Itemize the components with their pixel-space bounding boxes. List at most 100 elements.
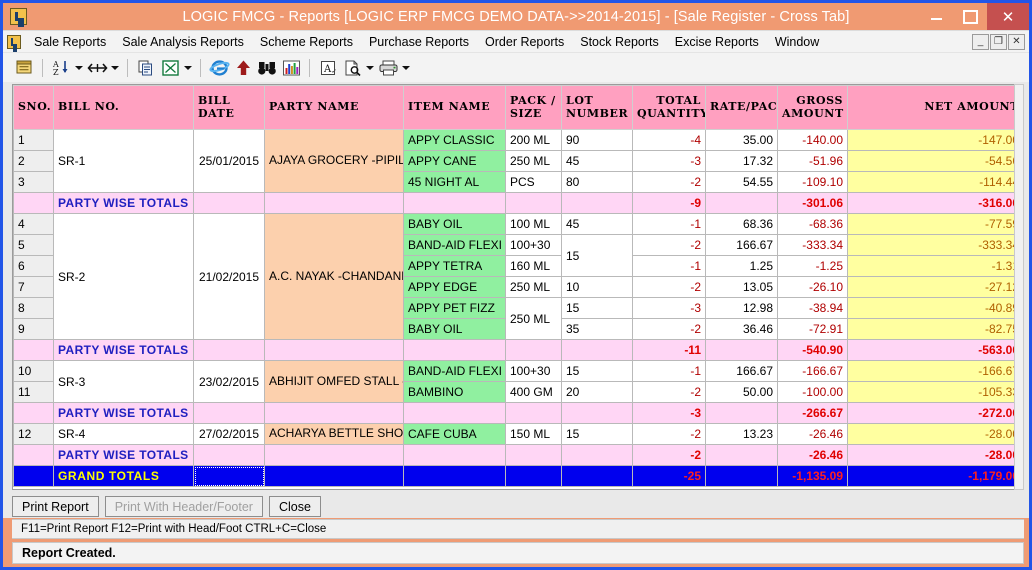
cell-grand-sno[interactable] bbox=[13, 465, 54, 487]
cell-rate-pack[interactable]: 13.23 bbox=[705, 423, 778, 445]
menu-item-sale-reports[interactable]: Sale Reports bbox=[26, 33, 114, 51]
menu-item-purchase-reports[interactable]: Purchase Reports bbox=[361, 33, 477, 51]
cell-pack-size[interactable]: 250 ML bbox=[505, 276, 562, 298]
cell-bill-date[interactable]: 23/02/2015 bbox=[193, 360, 265, 403]
column-header-net-amount[interactable]: NET AMOUNT bbox=[847, 85, 1023, 130]
mdi-minimize-button[interactable]: _ bbox=[972, 33, 989, 50]
cell-total-quantity[interactable]: -2 bbox=[632, 171, 706, 193]
cell-net-amount[interactable]: -166.67 bbox=[847, 360, 1023, 382]
cell-subtotal-date[interactable] bbox=[193, 192, 265, 214]
cell-subtotal-gross[interactable]: -540.90 bbox=[777, 339, 848, 361]
cell-rate-pack[interactable]: 1.25 bbox=[705, 255, 778, 277]
cell-rate-pack[interactable]: 35.00 bbox=[705, 129, 778, 151]
cell-gross-amount[interactable]: -38.94 bbox=[777, 297, 848, 319]
cell-subtotal-label[interactable]: PARTY WISE TOTALS bbox=[53, 339, 194, 361]
cell-subtotal-net[interactable]: -316.00 bbox=[847, 192, 1023, 214]
menu-item-scheme-reports[interactable]: Scheme Reports bbox=[252, 33, 361, 51]
cell-grand-lot[interactable] bbox=[561, 465, 633, 487]
party-wise-totals-row[interactable]: PARTY WISE TOTALS -3 -266.67 -272.00 bbox=[13, 402, 1023, 424]
cell-item-name[interactable]: APPY CANE bbox=[403, 150, 506, 172]
cell-party-name[interactable]: AJAYA GROCERY -PIPILI bbox=[264, 129, 404, 193]
cell-grand-item[interactable] bbox=[403, 465, 506, 487]
cell-subtotal-date[interactable] bbox=[193, 339, 265, 361]
cell-net-amount[interactable]: -105.33 bbox=[847, 381, 1023, 403]
cell-rate-pack[interactable]: 166.67 bbox=[705, 234, 778, 256]
cell-bill-date[interactable]: 27/02/2015 bbox=[193, 423, 265, 445]
cell-subtotal-pack[interactable] bbox=[505, 402, 562, 424]
cell-pack-size[interactable]: 200 ML bbox=[505, 129, 562, 151]
print-report-button[interactable]: Print Report bbox=[12, 496, 99, 517]
cell-sno[interactable]: 11 bbox=[13, 381, 54, 403]
cell-subtotal-party[interactable] bbox=[264, 192, 404, 214]
column-width-icon[interactable] bbox=[86, 57, 108, 79]
cell-grand-label[interactable]: GRAND TOTALS bbox=[53, 465, 194, 487]
column-header-item-name[interactable]: ITEM NAME bbox=[403, 85, 506, 130]
cell-sno[interactable]: 8 bbox=[13, 297, 54, 319]
cell-item-name[interactable]: APPY TETRA bbox=[403, 255, 506, 277]
mdi-close-button[interactable]: ✕ bbox=[1008, 33, 1025, 50]
cell-party-name[interactable]: A.C. NAYAK -CHANDANPUR bbox=[264, 213, 404, 340]
cell-subtotal-pack[interactable] bbox=[505, 192, 562, 214]
cell-item-name[interactable]: 45 NIGHT AL bbox=[403, 171, 506, 193]
cell-subtotal-lot[interactable] bbox=[561, 444, 633, 466]
cell-pack-size[interactable]: 100 ML bbox=[505, 213, 562, 235]
minimize-button[interactable] bbox=[919, 3, 953, 30]
cell-gross-amount[interactable]: -26.46 bbox=[777, 423, 848, 445]
excel-dropdown-caret-icon[interactable] bbox=[183, 57, 193, 79]
maximize-button[interactable] bbox=[953, 3, 987, 30]
party-wise-totals-row[interactable]: PARTY WISE TOTALS -9 -301.06 -316.00 bbox=[13, 192, 1023, 214]
cell-item-name[interactable]: APPY EDGE bbox=[403, 276, 506, 298]
cell-total-quantity[interactable]: -4 bbox=[632, 129, 706, 151]
column-header-pack-size[interactable]: PACK / SIZE bbox=[505, 85, 562, 130]
cell-subtotal-sno[interactable] bbox=[13, 192, 54, 214]
cell-pack-size[interactable]: 400 GM bbox=[505, 381, 562, 403]
cell-net-amount[interactable]: -54.56 bbox=[847, 150, 1023, 172]
column-header-party-name[interactable]: PARTY NAME bbox=[264, 85, 404, 130]
cell-item-name[interactable]: CAFE CUBA bbox=[403, 423, 506, 445]
cell-lot-number[interactable]: 15 bbox=[561, 297, 633, 319]
cell-pack-size[interactable]: PCS bbox=[505, 171, 562, 193]
cell-pack-size[interactable]: 150 ML bbox=[505, 423, 562, 445]
cell-pack-size[interactable]: 100+30 bbox=[505, 360, 562, 382]
cell-subtotal-sno[interactable] bbox=[13, 444, 54, 466]
column-header-bill-no[interactable]: BILL NO. bbox=[53, 85, 194, 130]
vertical-scrollbar[interactable] bbox=[1014, 84, 1024, 490]
cell-total-quantity[interactable]: -1 bbox=[632, 213, 706, 235]
cell-grand-party[interactable] bbox=[264, 465, 404, 487]
cell-net-amount[interactable]: -82.75 bbox=[847, 318, 1023, 340]
internet-explorer-icon[interactable] bbox=[208, 57, 230, 79]
cell-gross-amount[interactable]: -1.25 bbox=[777, 255, 848, 277]
cell-total-quantity[interactable]: -2 bbox=[632, 318, 706, 340]
menu-item-order-reports[interactable]: Order Reports bbox=[477, 33, 572, 51]
cell-sno[interactable]: 3 bbox=[13, 171, 54, 193]
cell-party-name[interactable]: ABHIJIT OMFED STALL -PIPILI bbox=[264, 360, 404, 403]
cell-rate-pack[interactable]: 17.32 bbox=[705, 150, 778, 172]
cell-subtotal-net[interactable]: -563.00 bbox=[847, 339, 1023, 361]
upload-arrow-icon[interactable] bbox=[232, 57, 254, 79]
cell-grand-quantity[interactable]: -25 bbox=[632, 465, 706, 487]
cell-subtotal-pack[interactable] bbox=[505, 339, 562, 361]
cell-bill-no[interactable]: SR-3 bbox=[53, 360, 194, 403]
print-dropdown-caret-icon[interactable] bbox=[401, 57, 411, 79]
cell-rate-pack[interactable]: 13.05 bbox=[705, 276, 778, 298]
cell-lot-number[interactable]: 15 bbox=[561, 360, 633, 382]
cell-subtotal-rate[interactable] bbox=[705, 192, 778, 214]
cell-bill-no[interactable]: SR-4 bbox=[53, 423, 194, 445]
table-row[interactable]: 1 SR-1 25/01/2015 AJAYA GROCERY -PIPILI APPY… bbox=[13, 129, 1023, 193]
cell-gross-amount[interactable]: -72.91 bbox=[777, 318, 848, 340]
grand-totals-row[interactable]: GRAND TOTALS -25 -1,135.09 -1,179.00 bbox=[13, 465, 1023, 487]
cell-subtotal-item[interactable] bbox=[403, 402, 506, 424]
cell-subtotal-pack[interactable] bbox=[505, 444, 562, 466]
cell-gross-amount[interactable]: -100.00 bbox=[777, 381, 848, 403]
close-report-button[interactable]: Close bbox=[268, 496, 321, 517]
column-header-gross-amount[interactable]: GROSS AMOUNT bbox=[777, 85, 848, 130]
cell-subtotal-quantity[interactable]: -3 bbox=[632, 402, 706, 424]
cell-gross-amount[interactable]: -166.67 bbox=[777, 360, 848, 382]
cell-total-quantity[interactable]: -2 bbox=[632, 276, 706, 298]
excel-export-icon[interactable] bbox=[159, 57, 181, 79]
table-row[interactable]: 10SR-323/02/2015ABHIJIT OMFED STALL -PIP… bbox=[13, 360, 1023, 403]
cell-subtotal-sno[interactable] bbox=[13, 339, 54, 361]
cell-subtotal-rate[interactable] bbox=[705, 444, 778, 466]
cell-gross-amount[interactable]: -333.34 bbox=[777, 234, 848, 256]
cell-bill-date[interactable]: 21/02/2015 bbox=[193, 213, 265, 340]
